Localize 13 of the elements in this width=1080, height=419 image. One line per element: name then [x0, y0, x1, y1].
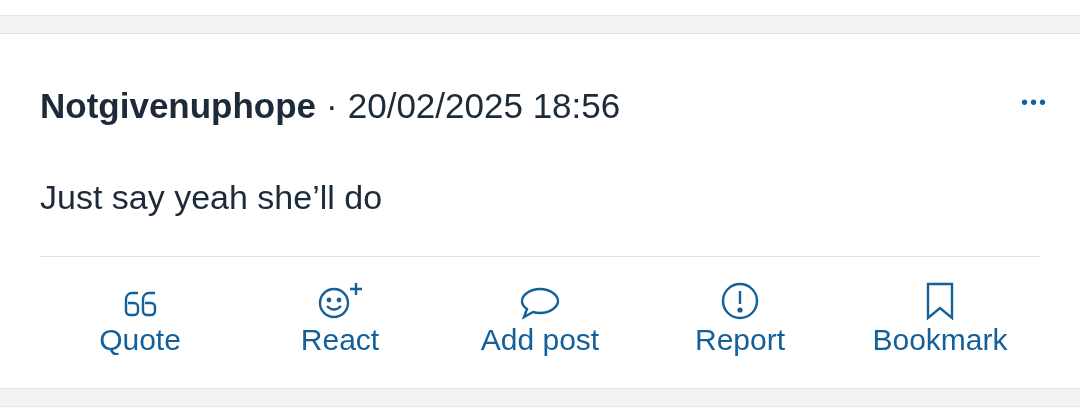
speech-bubble-icon: [518, 285, 562, 321]
more-options-button[interactable]: •••: [1021, 90, 1048, 122]
author-name[interactable]: Notgivenuphope: [40, 86, 317, 126]
separator: ·: [326, 86, 338, 126]
post-body: Just say yeah she’ll do: [40, 178, 384, 218]
quote-button[interactable]: Quote: [99, 279, 181, 357]
react-button[interactable]: React: [300, 279, 380, 357]
bookmark-button[interactable]: Bookmark: [872, 279, 1008, 357]
reply-button[interactable]: Add post: [480, 279, 600, 357]
report-button[interactable]: Report: [694, 279, 785, 357]
smiley-plus-icon: [316, 281, 364, 321]
exclamation-circle-icon: [720, 281, 760, 321]
timestamp: 20/02/2025 18:56: [347, 86, 621, 126]
